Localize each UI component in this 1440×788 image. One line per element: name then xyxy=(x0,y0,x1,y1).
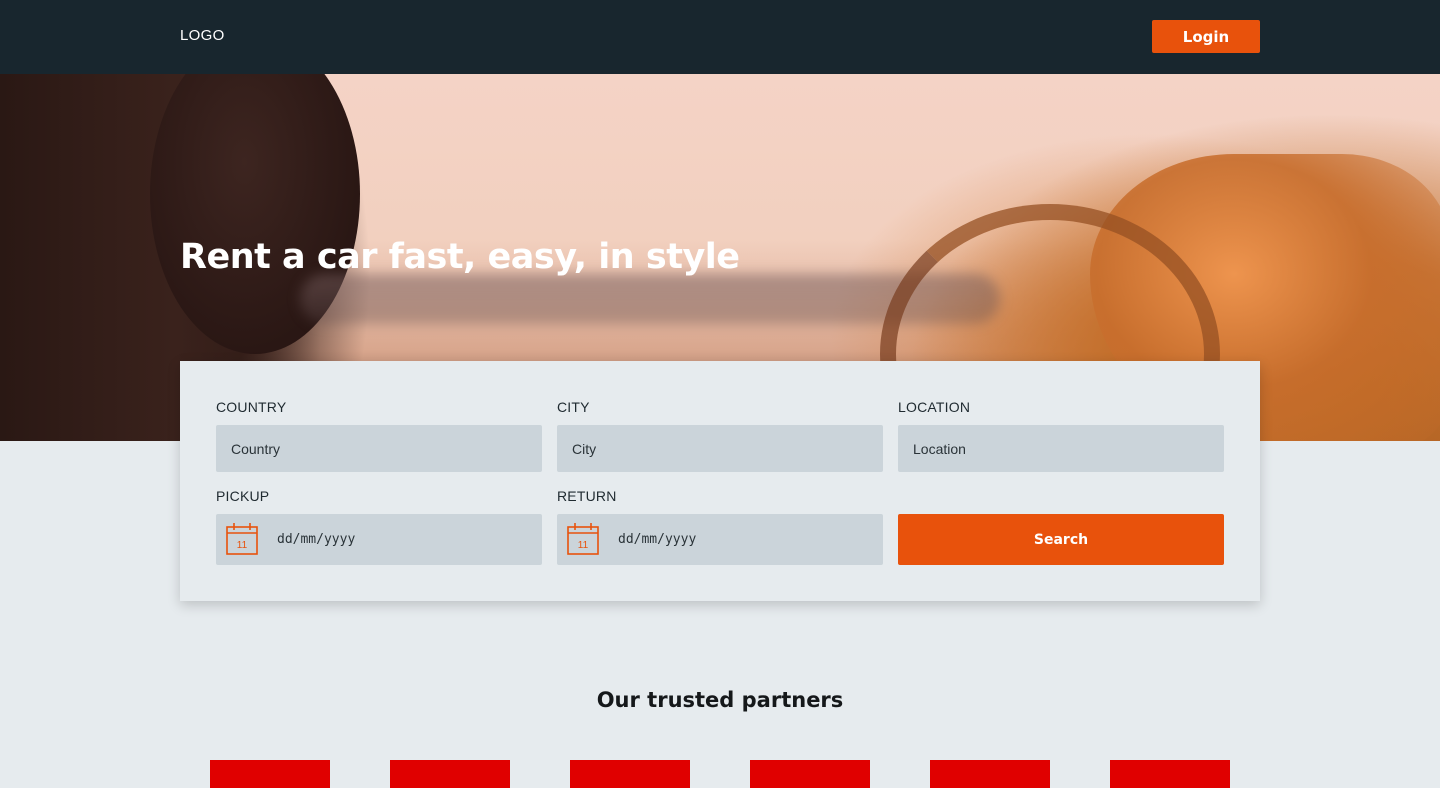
hero-title: Rent a car fast, easy, in style xyxy=(180,237,740,277)
calendar-icon[interactable]: 11 xyxy=(566,522,600,556)
calendar-icon[interactable]: 11 xyxy=(225,522,259,556)
return-date-input[interactable]: 11 dd/mm/yyyy xyxy=(557,514,883,565)
pickup-calendar-day: 11 xyxy=(237,540,248,551)
partner-logo xyxy=(1110,760,1230,788)
pickup-label: PICKUP xyxy=(216,488,270,504)
partner-logo xyxy=(390,760,510,788)
pickup-date-input[interactable]: 11 dd/mm/yyyy xyxy=(216,514,542,565)
partners-title: Our trusted partners xyxy=(596,688,844,712)
pickup-date-placeholder: dd/mm/yyyy xyxy=(277,532,356,547)
return-date-placeholder: dd/mm/yyyy xyxy=(618,532,697,547)
search-form: COUNTRY CITY LOCATION PICKUP 11 dd/mm/yy… xyxy=(180,361,1260,601)
logo[interactable]: LOGO xyxy=(180,27,225,44)
city-input[interactable] xyxy=(557,425,883,472)
top-navbar: LOGO Login xyxy=(0,0,1440,74)
country-label: COUNTRY xyxy=(216,399,287,415)
return-label: RETURN xyxy=(557,488,617,504)
search-button[interactable]: Search xyxy=(898,514,1224,565)
login-button[interactable]: Login xyxy=(1152,20,1260,53)
return-calendar-day: 11 xyxy=(578,540,589,551)
location-label: LOCATION xyxy=(898,399,971,415)
country-input[interactable] xyxy=(216,425,542,472)
location-input[interactable] xyxy=(898,425,1224,472)
partner-logo xyxy=(570,760,690,788)
partner-logo xyxy=(210,760,330,788)
partner-logo xyxy=(930,760,1050,788)
city-label: CITY xyxy=(557,399,590,415)
partner-logo xyxy=(750,760,870,788)
